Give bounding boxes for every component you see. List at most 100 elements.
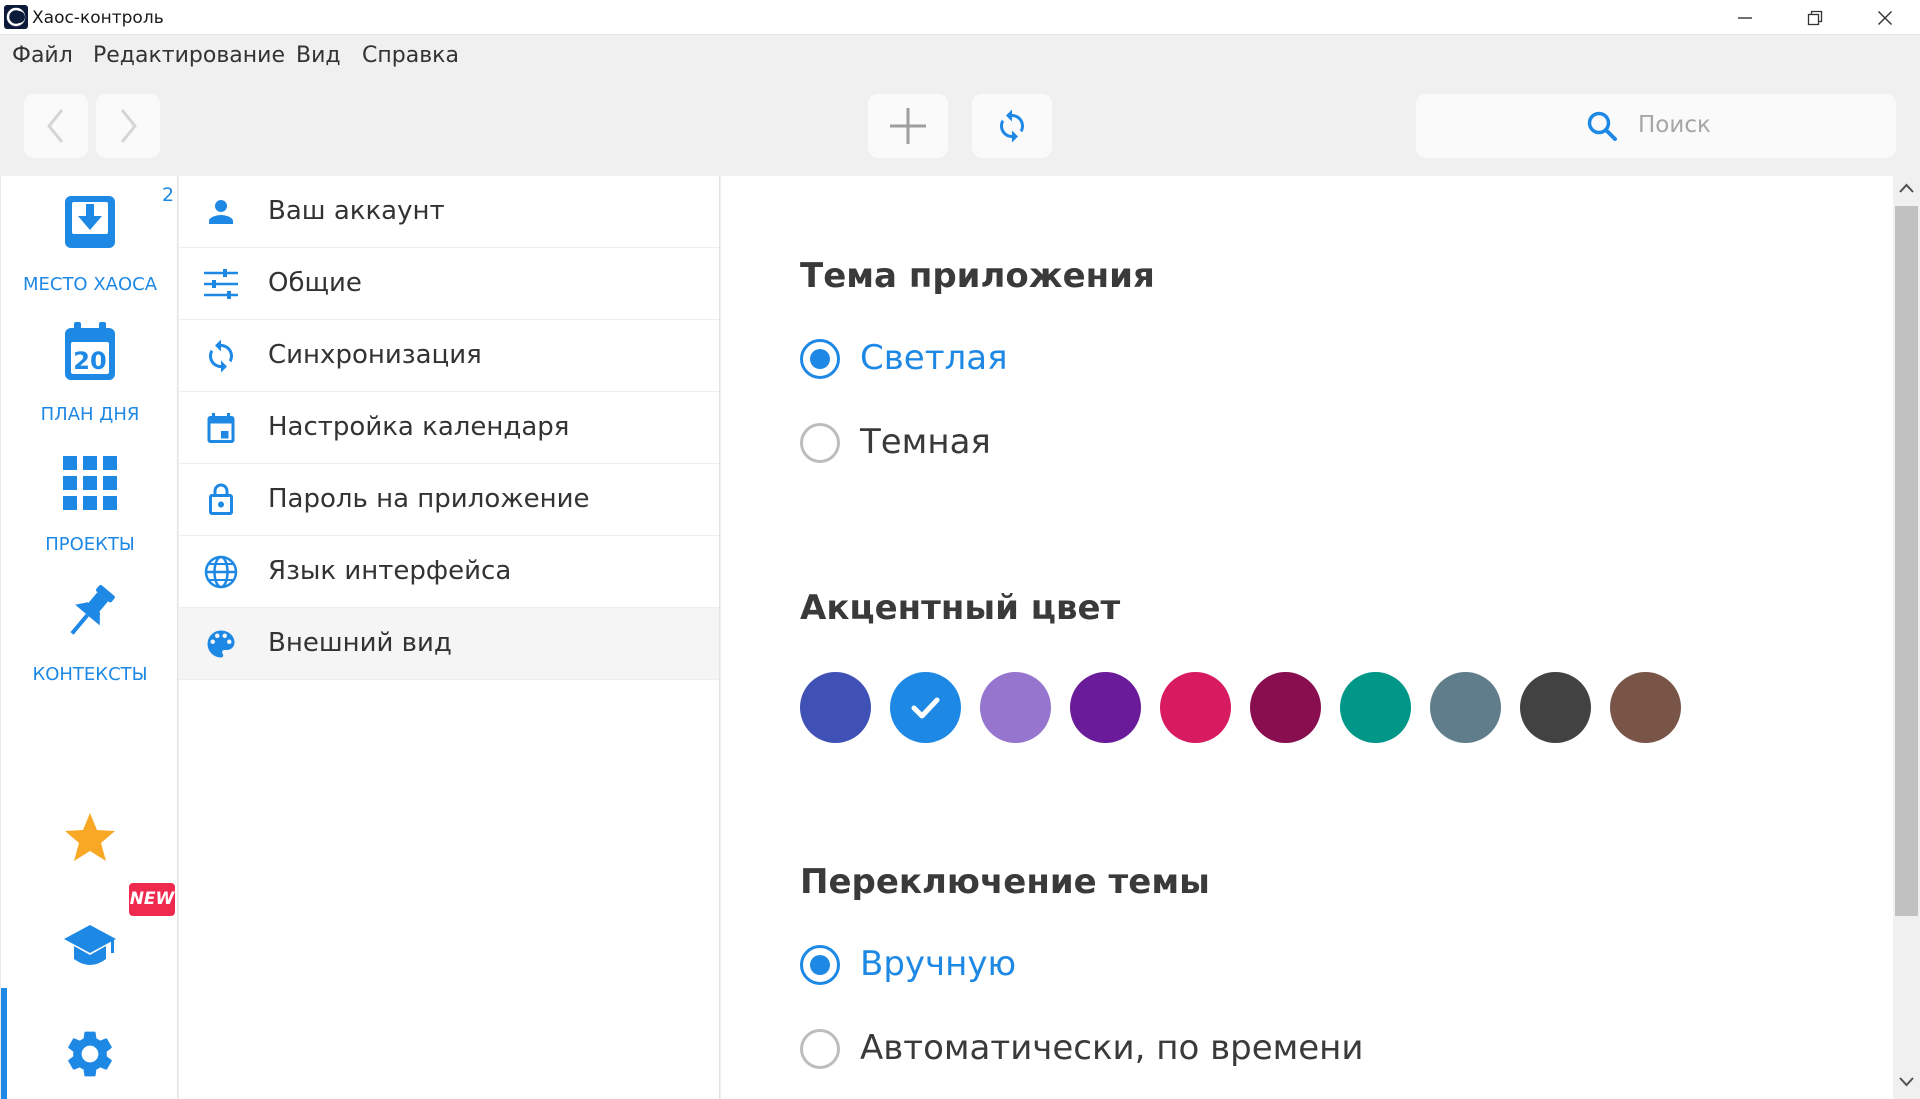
nav-sidebar: 2 МЕСТО ХАОСА 20 ПЛАН ДНЯ ПРОЕКТЫ КОНТЕК… bbox=[0, 176, 178, 1099]
add-button[interactable] bbox=[868, 94, 948, 158]
sync-button[interactable] bbox=[972, 94, 1052, 158]
scroll-down-arrow-icon[interactable] bbox=[1899, 1076, 1914, 1088]
app-logo-icon bbox=[4, 5, 28, 29]
settings-item-account[interactable]: Ваш аккаунт bbox=[179, 176, 719, 248]
accent-swatch[interactable] bbox=[1520, 672, 1591, 743]
nav-inbox[interactable]: 2 МЕСТО ХАОСА bbox=[1, 176, 179, 304]
theme-option-dark[interactable]: Темная bbox=[800, 422, 1500, 466]
settings-item-language[interactable]: Язык интерфейса bbox=[179, 536, 719, 608]
accent-swatch[interactable] bbox=[1340, 672, 1411, 743]
gear-icon bbox=[68, 1031, 112, 1077]
nav-favorites[interactable] bbox=[1, 794, 179, 874]
radio-label: Автоматически, по времени bbox=[860, 1028, 1364, 1068]
accent-section-title: Акцентный цвет bbox=[800, 588, 1121, 628]
chevron-right-icon bbox=[120, 109, 137, 143]
calendar-date-text: 20 bbox=[73, 347, 106, 375]
accent-swatch[interactable] bbox=[1160, 672, 1231, 743]
restore-button[interactable] bbox=[1780, 0, 1850, 35]
nav-settings[interactable] bbox=[1, 1010, 179, 1090]
radio-button[interactable] bbox=[800, 945, 840, 985]
settings-item-label: Язык интерфейса bbox=[268, 556, 512, 586]
menu-edit[interactable]: Редактирование bbox=[93, 43, 285, 68]
menu-bar: Файл Редактирование Вид Справка bbox=[0, 36, 1920, 74]
forward-button[interactable] bbox=[96, 94, 160, 158]
settings-item-calendar[interactable]: Настройка календаря bbox=[179, 392, 719, 464]
check-icon bbox=[911, 697, 940, 719]
calendar-icon bbox=[207, 413, 235, 443]
palette-icon bbox=[207, 630, 235, 658]
accent-swatch[interactable] bbox=[890, 672, 961, 743]
globe-icon bbox=[204, 555, 238, 589]
theme-option-light[interactable]: Светлая bbox=[800, 338, 1500, 382]
toolbar: Поиск bbox=[0, 74, 1920, 176]
sliders-icon bbox=[204, 269, 238, 299]
accent-swatch[interactable] bbox=[1610, 672, 1681, 743]
minimize-icon bbox=[1738, 17, 1752, 19]
radio-button[interactable] bbox=[800, 423, 840, 463]
accent-swatch[interactable] bbox=[1430, 672, 1501, 743]
menu-file[interactable]: Файл bbox=[12, 43, 73, 68]
graduation-cap-icon bbox=[64, 925, 116, 965]
radio-label: Вручную bbox=[860, 944, 1017, 984]
radio-button[interactable] bbox=[800, 339, 840, 379]
search-box[interactable]: Поиск bbox=[1416, 94, 1896, 158]
settings-item-label: Настройка календаря bbox=[268, 412, 570, 442]
accent-swatch[interactable] bbox=[1250, 672, 1321, 743]
nav-day-plan-label: ПЛАН ДНЯ bbox=[40, 404, 140, 425]
search-input[interactable]: Поиск bbox=[1638, 112, 1711, 138]
theme-section-title: Тема приложения bbox=[800, 256, 1155, 296]
radio-label: Светлая bbox=[860, 338, 1008, 378]
calendar-day-icon: 20 bbox=[65, 322, 115, 380]
nav-inbox-label: МЕСТО ХАОСА bbox=[22, 274, 158, 295]
menu-help[interactable]: Справка bbox=[362, 43, 459, 68]
settings-item-label: Синхронизация bbox=[268, 340, 482, 370]
close-button[interactable] bbox=[1850, 0, 1920, 35]
scroll-up-arrow-icon[interactable] bbox=[1899, 182, 1914, 194]
new-badge: NEW bbox=[129, 883, 175, 916]
chevron-left-icon bbox=[47, 109, 64, 143]
window-title: Хаос-контроль bbox=[32, 8, 164, 28]
switch-option-auto[interactable]: Автоматически, по времени bbox=[800, 1028, 1500, 1072]
settings-item-general[interactable]: Общие bbox=[179, 248, 719, 320]
grid-icon bbox=[63, 456, 117, 510]
settings-item-label: Пароль на приложение bbox=[268, 484, 590, 514]
settings-item-appearance[interactable]: Внешний вид bbox=[179, 608, 719, 680]
settings-menu: Ваш аккаунт Общие Синхронизация Настройк… bbox=[179, 176, 720, 1099]
inbox-count-badge: 2 bbox=[162, 184, 175, 206]
search-icon bbox=[1587, 111, 1617, 141]
settings-item-label: Внешний вид bbox=[268, 628, 452, 658]
plus-icon bbox=[890, 108, 926, 144]
accent-swatch[interactable] bbox=[800, 672, 871, 743]
settings-item-label: Ваш аккаунт bbox=[268, 196, 445, 226]
nav-projects[interactable]: ПРОЕКТЫ bbox=[1, 436, 179, 564]
minimize-button[interactable] bbox=[1710, 0, 1780, 35]
person-icon bbox=[209, 200, 233, 224]
radio-label: Темная bbox=[860, 422, 991, 462]
switch-option-manual[interactable]: Вручную bbox=[800, 944, 1500, 988]
vertical-scrollbar[interactable] bbox=[1893, 176, 1920, 1099]
close-icon bbox=[1878, 11, 1892, 25]
radio-button[interactable] bbox=[800, 1029, 840, 1069]
nav-projects-label: ПРОЕКТЫ bbox=[45, 534, 135, 555]
accent-swatch[interactable] bbox=[1070, 672, 1141, 743]
appearance-panel: Тема приложения Светлая Темная Акцентный… bbox=[721, 176, 1893, 1099]
inbox-download-icon bbox=[65, 196, 115, 248]
restore-icon bbox=[1807, 10, 1823, 26]
pushpin-icon bbox=[70, 584, 115, 635]
star-icon bbox=[65, 813, 115, 861]
title-bar: Хаос-контроль bbox=[0, 0, 1920, 35]
back-button[interactable] bbox=[24, 94, 88, 158]
menu-view[interactable]: Вид bbox=[296, 43, 341, 68]
accent-swatch[interactable] bbox=[980, 672, 1051, 743]
accent-color-swatches bbox=[800, 672, 1700, 744]
switch-section-title: Переключение темы bbox=[800, 862, 1210, 902]
nav-contexts[interactable]: КОНТЕКСТЫ bbox=[1, 566, 179, 694]
nav-contexts-label: КОНТЕКСТЫ bbox=[32, 664, 148, 685]
settings-item-sync[interactable]: Синхронизация bbox=[179, 320, 719, 392]
settings-item-label: Общие bbox=[268, 268, 362, 298]
scrollbar-thumb[interactable] bbox=[1895, 206, 1918, 916]
settings-item-password[interactable]: Пароль на приложение bbox=[179, 464, 719, 536]
lock-icon bbox=[209, 483, 233, 515]
nav-day-plan[interactable]: 20 ПЛАН ДНЯ bbox=[1, 306, 179, 434]
sync-icon bbox=[1000, 109, 1024, 143]
